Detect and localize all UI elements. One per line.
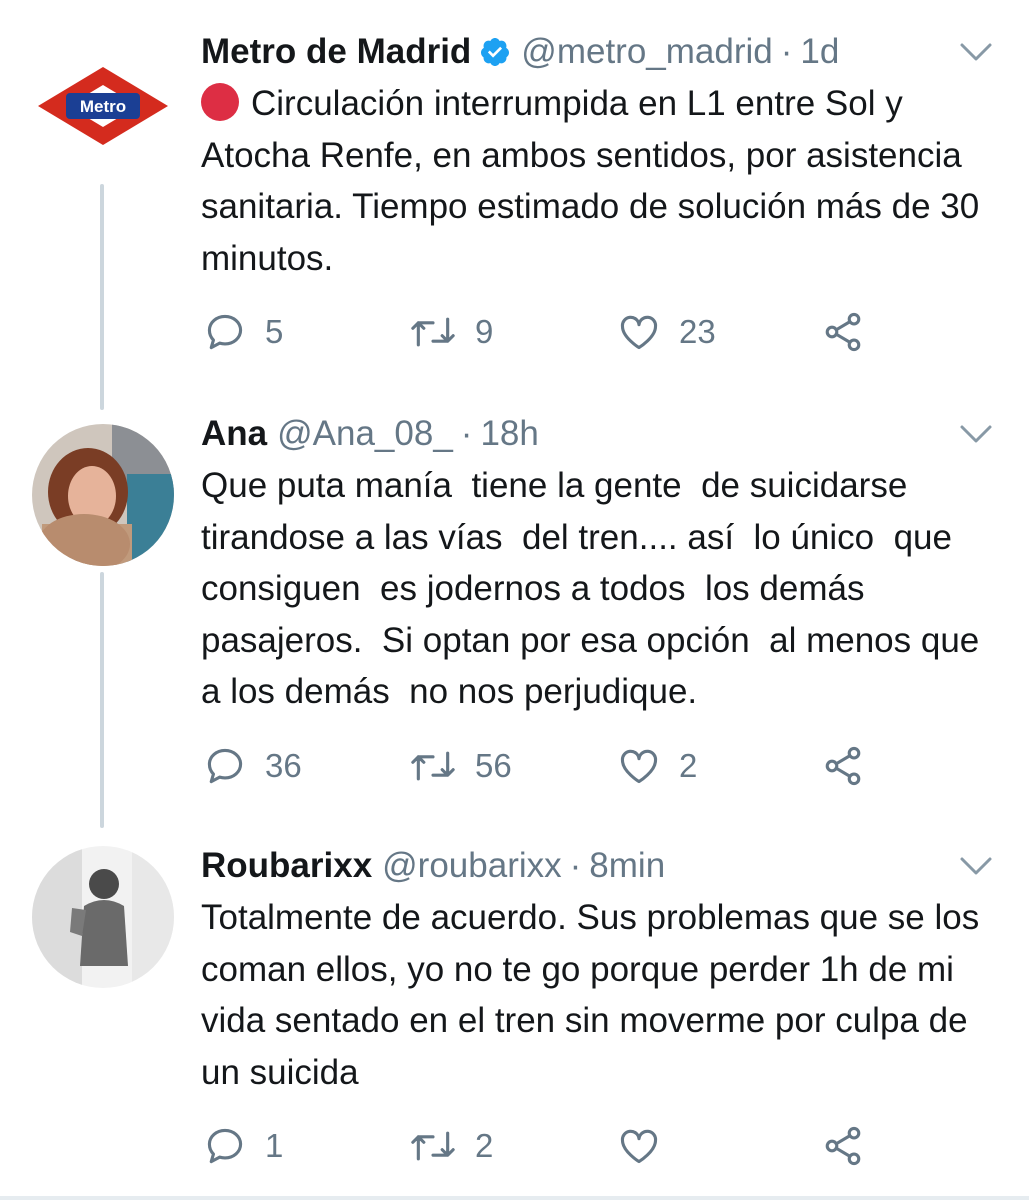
reply-count: 5 [265, 313, 284, 350]
reply-icon [207, 1128, 243, 1164]
retweet-count: 9 [475, 313, 494, 350]
retweet-icon [411, 317, 455, 347]
share-button[interactable] [821, 744, 865, 788]
metro-logo-icon: Metro [38, 67, 168, 145]
heart-icon [620, 749, 658, 784]
svg-text:Metro: Metro [80, 97, 126, 116]
bottom-divider [0, 1196, 1029, 1200]
tweet-header: Metro de Madrid @metro_madrid · 1d [201, 28, 839, 76]
tweet-1[interactable]: Metro Metro de Madrid @metro_madrid · 1d… [0, 0, 1029, 410]
tweet-2[interactable]: Ana @Ana_08_ · 18h Que puta manía tiene … [0, 410, 1029, 830]
tweet-actions: 36 56 2 [201, 744, 901, 788]
reply-count: 1 [265, 1127, 284, 1164]
retweet-button[interactable]: 2 [409, 1124, 493, 1168]
like-count: 23 [679, 313, 716, 350]
share-button[interactable] [821, 310, 865, 354]
chevron-down-icon[interactable] [958, 34, 994, 70]
retweet-button[interactable]: 9 [409, 310, 493, 354]
avatar-photo [32, 424, 174, 566]
chevron-down-icon[interactable] [958, 848, 994, 884]
tweet-text: Totalmente de acuerdo. Sus problemas que… [201, 898, 980, 1092]
retweet-count: 56 [475, 747, 512, 784]
tweet-text: Circulación interrumpida en L1 entre Sol… [201, 78, 1001, 284]
reply-icon [207, 314, 243, 350]
thread-line [100, 572, 104, 828]
display-name[interactable]: Metro de Madrid [201, 32, 471, 72]
retweet-icon [411, 1131, 455, 1161]
heart-icon [620, 315, 658, 350]
user-handle[interactable]: @roubarixx [382, 846, 561, 886]
avatar-roubarixx[interactable] [32, 846, 174, 988]
tweet-text-content: Circulación interrumpida en L1 entre Sol… [201, 84, 980, 278]
tweet-text: Que puta manía tiene la gente de suicida… [201, 466, 999, 711]
like-count: 2 [679, 747, 698, 784]
separator-dot: · [569, 846, 582, 885]
avatar-metro-madrid[interactable]: Metro [32, 32, 174, 174]
verified-badge-icon [479, 36, 511, 68]
share-icon [825, 1126, 861, 1166]
reply-button[interactable]: 5 [203, 310, 283, 354]
tweet-header: Roubarixx @roubarixx · 8min [201, 842, 665, 890]
like-button[interactable]: 23 [617, 310, 716, 354]
heart-icon [620, 1129, 658, 1164]
red-circle-icon [201, 83, 239, 121]
retweet-icon [411, 751, 455, 781]
tweet-actions: 5 9 23 [201, 310, 901, 354]
separator-dot: · [460, 414, 473, 453]
avatar-ana[interactable] [32, 424, 174, 566]
separator-dot: · [780, 32, 793, 71]
timestamp[interactable]: 18h [480, 414, 538, 454]
like-button[interactable] [617, 1124, 679, 1168]
display-name[interactable]: Ana [201, 414, 267, 454]
reply-icon [207, 748, 243, 784]
reply-button[interactable]: 1 [203, 1124, 283, 1168]
retweet-count: 2 [475, 1127, 494, 1164]
tweet-3[interactable]: Roubarixx @roubarixx · 8min Totalmente d… [0, 842, 1029, 1196]
share-icon [825, 312, 861, 352]
tweet-header: Ana @Ana_08_ · 18h [201, 410, 539, 458]
reply-button[interactable]: 36 [203, 744, 302, 788]
timestamp[interactable]: 8min [589, 846, 665, 886]
timestamp[interactable]: 1d [800, 32, 839, 72]
like-button[interactable]: 2 [617, 744, 697, 788]
display-name[interactable]: Roubarixx [201, 846, 372, 886]
reply-count: 36 [265, 747, 302, 784]
retweet-button[interactable]: 56 [409, 744, 512, 788]
tweet-actions: 1 2 [201, 1124, 901, 1168]
share-button[interactable] [821, 1124, 865, 1168]
user-handle[interactable]: @metro_madrid [521, 32, 772, 72]
avatar-photo [32, 846, 174, 988]
chevron-down-icon[interactable] [958, 416, 994, 452]
user-handle[interactable]: @Ana_08_ [277, 414, 453, 454]
share-icon [825, 746, 861, 786]
thread-line [100, 184, 104, 410]
